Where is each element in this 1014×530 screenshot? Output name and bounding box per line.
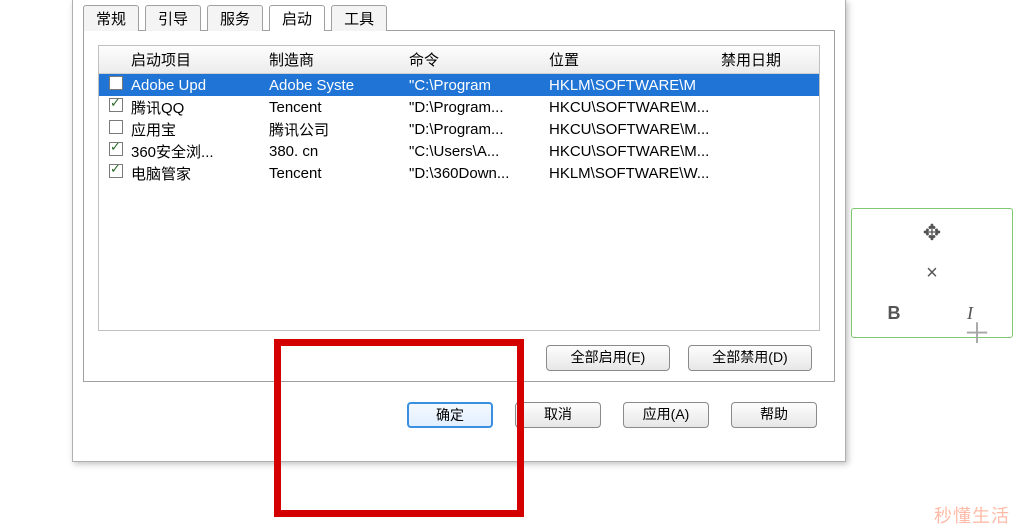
list-row[interactable]: 腾讯QQTencent"D:\Program...HKCU\SOFTWARE\M… <box>99 96 819 118</box>
ok-button[interactable]: 确定 <box>407 402 493 428</box>
cell-loc: HKLM\SOFTWARE\W... <box>545 165 717 182</box>
startup-list[interactable]: 启动项目 制造商 命令 位置 禁用日期 Adobe UpdAdobe Syste… <box>98 45 820 331</box>
cell-mfr: Tencent <box>265 165 405 182</box>
cell-item: 电脑管家 <box>127 163 265 184</box>
list-row[interactable]: 应用宝腾讯公司"D:\Program...HKCU\SOFTWARE\M... <box>99 118 819 140</box>
cell-loc: HKCU\SOFTWARE\M... <box>545 143 717 160</box>
cell-mfr: 腾讯公司 <box>265 119 405 140</box>
row-checkbox[interactable] <box>109 120 123 134</box>
cell-cmd: "C:\Program <box>405 77 545 94</box>
apply-button[interactable]: 应用(A) <box>623 402 709 428</box>
cell-item: Adobe Upd <box>127 77 265 94</box>
row-checkbox[interactable] <box>109 164 123 178</box>
cell-item: 应用宝 <box>127 119 265 140</box>
close-icon[interactable]: × <box>926 262 938 285</box>
cell-cmd: "D:\Program... <box>405 99 545 116</box>
move-icon[interactable]: ✥ <box>923 220 941 246</box>
list-row[interactable]: 电脑管家Tencent"D:\360Down...HKLM\SOFTWARE\W… <box>99 162 819 184</box>
row-checkbox[interactable] <box>109 98 123 112</box>
cell-cmd: "C:\Users\A... <box>405 143 545 160</box>
enable-disable-row: 全部启用(E) 全部禁用(D) <box>84 339 834 381</box>
cell-loc: HKCU\SOFTWARE\M... <box>545 121 717 138</box>
col-disabled[interactable]: 禁用日期 <box>717 47 819 72</box>
cell-loc: HKCU\SOFTWARE\M... <box>545 99 717 116</box>
cell-mfr: 380. cn <box>265 143 405 160</box>
tab-boot[interactable]: 引导 <box>145 5 201 31</box>
cell-item: 360安全浏... <box>127 141 265 162</box>
dialog-buttons: 确定 取消 应用(A) 帮助 <box>73 390 845 428</box>
list-row[interactable]: 360安全浏...380. cn"C:\Users\A...HKCU\SOFTW… <box>99 140 819 162</box>
add-icon[interactable]: ＋ <box>963 312 991 352</box>
list-header: 启动项目 制造商 命令 位置 禁用日期 <box>99 46 819 74</box>
bold-button[interactable]: B <box>888 303 901 324</box>
col-loc[interactable]: 位置 <box>545 47 717 72</box>
tab-body: 启动项目 制造商 命令 位置 禁用日期 Adobe UpdAdobe Syste… <box>83 30 835 382</box>
enable-all-button[interactable]: 全部启用(E) <box>546 345 670 371</box>
col-item[interactable]: 启动项目 <box>127 47 265 72</box>
help-button[interactable]: 帮助 <box>731 402 817 428</box>
disable-all-button[interactable]: 全部禁用(D) <box>688 345 812 371</box>
cell-item: 腾讯QQ <box>127 97 265 118</box>
col-mfr[interactable]: 制造商 <box>265 47 405 72</box>
cell-cmd: "D:\Program... <box>405 121 545 138</box>
col-cmd[interactable]: 命令 <box>405 47 545 72</box>
tab-startup[interactable]: 启动 <box>269 5 325 31</box>
cell-mfr: Tencent <box>265 99 405 116</box>
tab-tools[interactable]: 工具 <box>331 5 387 31</box>
watermark: 秒懂生活 <box>934 502 1010 528</box>
cell-cmd: "D:\360Down... <box>405 165 545 182</box>
cell-mfr: Adobe Syste <box>265 77 405 94</box>
cell-loc: HKLM\SOFTWARE\M <box>545 77 717 94</box>
tab-general[interactable]: 常规 <box>83 5 139 31</box>
list-row[interactable]: Adobe UpdAdobe Syste"C:\ProgramHKLM\SOFT… <box>99 74 819 96</box>
tab-services[interactable]: 服务 <box>207 5 263 31</box>
row-checkbox[interactable] <box>109 76 123 90</box>
tabs: 常规 引导 服务 启动 工具 <box>73 2 845 30</box>
row-checkbox[interactable] <box>109 142 123 156</box>
msconfig-dialog: 常规 引导 服务 启动 工具 启动项目 制造商 命令 位置 禁用日期 Adobe… <box>72 0 846 462</box>
cancel-button[interactable]: 取消 <box>515 402 601 428</box>
